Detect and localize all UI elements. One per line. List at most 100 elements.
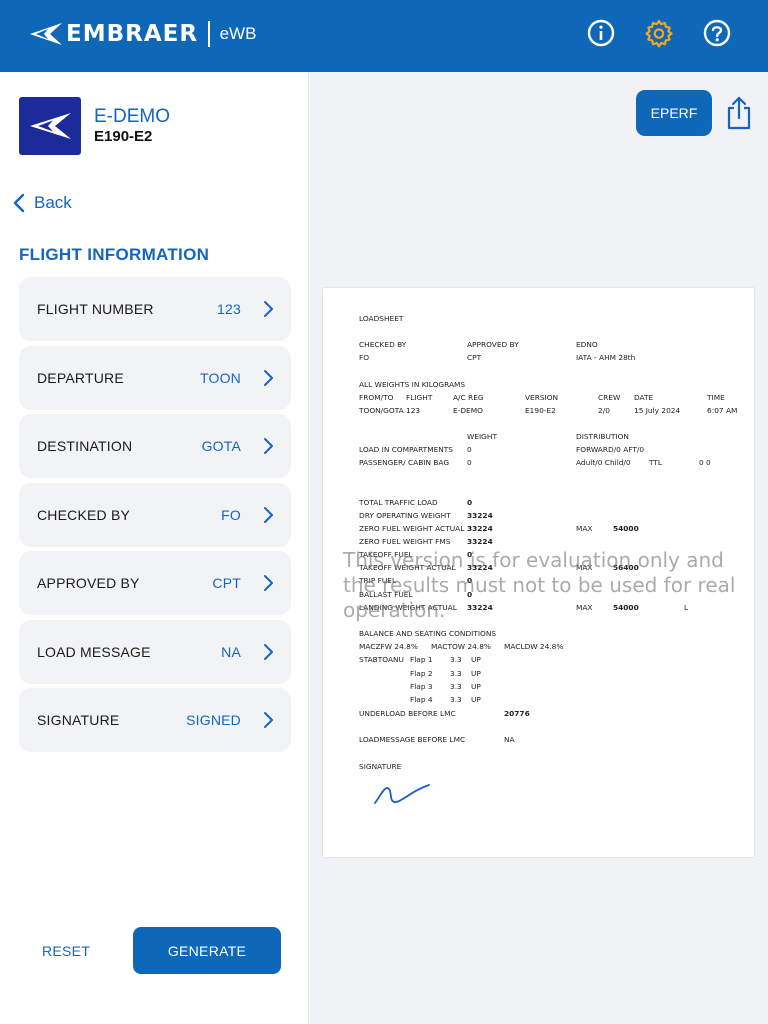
approved-by-label: APPROVED BY [467,340,519,349]
approved-by-value: CPT [467,353,482,362]
watermark-line: operation. [343,598,446,622]
load-comp-dist: FORWARD/0 AFT/0 [576,445,645,454]
evaluation-watermark: This version is for evaluation only and … [343,548,763,623]
checked-by-row[interactable]: CHECKED BY FO [19,482,291,547]
underload-label: UNDERLOAD BEFORE LMC [359,709,456,718]
load-comp-value: 0 [467,445,472,454]
time-value: 6:07 AM [707,406,738,415]
row-label: SIGNATURE [37,712,120,728]
loadsheet-title: LOADSHEET [359,314,404,323]
mactow: MACTOW 24.8% [431,642,491,651]
distribution-header: DISTRIBUTION [576,432,629,441]
flap-direction: UP [471,695,481,704]
watermark-line: This version is for evaluation only and [343,548,724,572]
from-to-header: FROM/TO [359,393,394,402]
weight-header: WEIGHT [467,432,497,441]
row-value: CPT [212,575,241,591]
aircraft-name: E-DEMO [94,106,170,127]
zfw-value: 33224 [467,524,493,533]
chevron-right-icon [264,506,273,523]
row-label: FLIGHT NUMBER [37,301,154,317]
approved-by-row[interactable]: APPROVED BY CPT [19,551,291,615]
checked-by-value: FO [359,353,370,362]
loadsheet-preview-panel: EPERF LOADSHEET CHECKED BY APPROVED BY E… [310,72,768,1024]
back-button[interactable]: Back [12,193,72,213]
dow-value: 33224 [467,511,493,520]
total-traffic-label: TOTAL TRAFFIC LOAD [359,498,438,507]
chevron-right-icon [264,575,273,591]
row-label: APPROVED BY [37,575,140,591]
row-value: TOON [200,369,241,386]
lmc-value: NA [504,735,515,744]
flap-label: Flap 4 [410,695,433,704]
version-header: VERSION [525,393,559,402]
flap-label: Flap 3 [410,682,433,691]
row-value: GOTA [201,438,241,454]
flight-number-row[interactable]: FLIGHT NUMBER 123 [19,277,291,341]
reset-button[interactable]: RESET [42,943,90,959]
embraer-logo: EMBRAER eWB [28,17,256,51]
departure-row[interactable]: DEPARTURE TOON [19,345,291,410]
section-title: FLIGHT INFORMATION [19,245,210,264]
ac-reg-header: A/C REG [453,393,484,402]
destination-row[interactable]: DESTINATION GOTA [19,414,291,478]
eperf-button[interactable]: EPERF [636,90,712,136]
signature-row[interactable]: SIGNATURE SIGNED [19,688,291,752]
flap-direction: UP [471,655,481,664]
brand-name: EMBRAER [66,21,199,47]
help-icon[interactable] [702,18,732,48]
row-value: NA [221,643,241,660]
zfw-fms-value: 33224 [467,537,493,546]
maczfw: MACZFW 24.8% [359,642,418,651]
chevron-right-icon [264,643,273,660]
stab-label: STABTOANU [359,655,404,664]
flight-info-panel: E-DEMO E190-E2 Back FLIGHT INFORMATION F… [0,72,309,1024]
app-name: eWB [219,24,257,43]
signature-image [374,784,430,804]
chevron-right-icon [264,438,273,454]
version-value: E190-E2 [525,406,556,415]
loadsheet-document: LOADSHEET CHECKED BY APPROVED BY EDNO FO… [323,288,754,857]
zfw-max-label: MAX [576,524,593,533]
info-icon[interactable] [586,18,616,48]
settings-gear-icon[interactable] [644,18,674,48]
chevron-right-icon [264,712,273,728]
date-header: DATE [634,393,654,402]
pax-dist: Adult/0 Child/0 [576,458,631,467]
row-label: LOAD MESSAGE [37,643,151,660]
chevron-right-icon [264,369,273,386]
flap-label: Flap 2 [410,669,433,678]
load-message-row[interactable]: LOAD MESSAGE NA [19,619,291,684]
zfw-fms-label: ZERO FUEL WEIGHT FMS [359,537,451,546]
row-value: 123 [217,301,241,317]
embraer-wing-icon [30,113,71,139]
from-to-value: TOON/GOTA [359,406,404,415]
flap-value: 3.3 [450,655,462,664]
macldw: MACLDW 24.8% [504,642,564,651]
crew-header: CREW [598,393,621,402]
flap-value: 3.3 [450,682,462,691]
aircraft-type: E190-E2 [94,128,153,145]
aircraft-logo [19,97,81,155]
flight-header: FLIGHT [406,393,433,402]
date-value: 15 July 2024 [634,406,681,415]
chevron-right-icon [264,301,273,317]
generate-button[interactable]: GENERATE [133,927,281,974]
ac-reg-value: E-DEMO [453,406,483,415]
flap-direction: UP [471,682,481,691]
load-comp-label: LOAD IN COMPARTMENTS [359,445,453,454]
share-icon[interactable] [724,95,754,131]
flight-value: 123 [406,406,421,415]
flap-label: Flap 1 [410,655,433,664]
ttl-value: 0 0 [699,458,711,467]
top-app-bar: EMBRAER eWB [0,0,768,72]
flap-direction: UP [471,669,481,678]
total-traffic-value: 0 [467,498,473,507]
flap-value: 3.3 [450,669,462,678]
brand-divider [208,21,210,47]
watermark-line: the results must not to be used for real [343,573,736,597]
zfw-max-value: 54000 [613,524,639,533]
signature-label: SIGNATURE [359,762,402,771]
weights-note: ALL WEIGHTS IN KILOGRAMS [359,380,466,389]
crew-value: 2/0 [598,406,610,415]
